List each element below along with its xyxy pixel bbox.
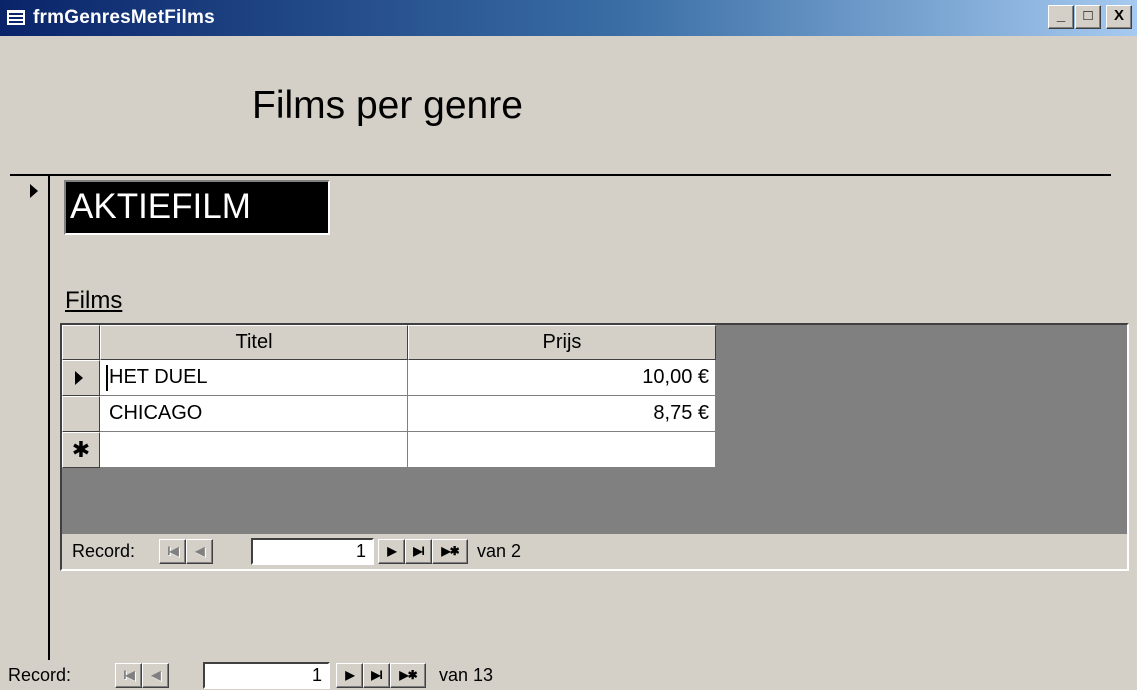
cell-text: HET DUEL [109, 366, 208, 388]
first-record-button[interactable]: I◀ [159, 539, 186, 564]
next-record-button[interactable]: ▶ [336, 663, 363, 688]
new-record-button[interactable]: ▶✱ [390, 663, 426, 688]
next-record-icon: ▶ [345, 668, 354, 682]
current-row-icon [75, 371, 83, 385]
last-record-icon: ▶I [413, 544, 425, 558]
table-cell-prijs[interactable]: 10,00 € [408, 360, 716, 396]
last-record-icon: ▶I [371, 668, 383, 682]
column-header-titel[interactable]: Titel [100, 325, 408, 360]
first-record-icon: I◀ [123, 668, 135, 682]
record-number-input[interactable]: 1 [203, 662, 330, 689]
record-number-input[interactable]: 1 [251, 538, 374, 565]
current-record-icon [30, 184, 38, 198]
films-subform[interactable]: Titel Prijs HET DUEL 10,00 € CHICAGO 8,7… [60, 323, 1129, 571]
next-record-icon: ▶ [387, 544, 396, 558]
table-cell-prijs[interactable]: 8,75 € [408, 396, 716, 432]
subform-record-navigation: Record: I◀ ◀ 1 ▶ ▶I ▶✱ van 2 [62, 534, 1127, 569]
previous-record-icon: ◀ [151, 668, 160, 682]
table-cell-titel[interactable]: CHICAGO [100, 396, 408, 432]
row-selector[interactable] [62, 396, 100, 432]
form-icon [6, 9, 26, 26]
previous-record-button[interactable]: ◀ [142, 663, 169, 688]
genre-field[interactable]: AKTIEFILM [64, 180, 330, 235]
window-title-bar[interactable]: frmGenresMetFilms _ □ X [0, 0, 1137, 36]
previous-record-button[interactable]: ◀ [186, 539, 213, 564]
main-record-navigation: Record: I◀ ◀ 1 ▶ ▶I ▶✱ van 13 [0, 660, 1137, 690]
record-label: Record: [8, 665, 72, 685]
new-record-icon: ▶✱ [399, 668, 417, 682]
row-selector[interactable] [62, 360, 100, 396]
close-icon: X [1113, 7, 1124, 24]
record-count: van 13 [439, 665, 494, 685]
new-record-button[interactable]: ▶✱ [432, 539, 468, 564]
record-label: Record: [72, 541, 136, 561]
maximize-button[interactable]: □ [1075, 5, 1101, 29]
minimize-button[interactable]: _ [1048, 5, 1074, 29]
table-cell-titel[interactable]: HET DUEL [100, 360, 408, 396]
section-divider [10, 174, 1111, 176]
record-count: van 2 [477, 541, 522, 561]
last-record-button[interactable]: ▶I [405, 539, 432, 564]
maximize-icon: □ [1083, 7, 1093, 24]
window-title: frmGenresMetFilms [33, 7, 215, 28]
text-cursor [106, 364, 108, 391]
new-row-cell-prijs[interactable] [408, 432, 716, 468]
form-title: Films per genre [252, 84, 523, 127]
previous-record-icon: ◀ [195, 544, 204, 558]
new-row-selector[interactable]: ✱ [62, 432, 100, 468]
column-header-prijs[interactable]: Prijs [408, 325, 716, 360]
new-record-icon: ✱ [71, 437, 91, 462]
first-record-icon: I◀ [167, 544, 179, 558]
new-row-cell-titel[interactable] [100, 432, 408, 468]
last-record-button[interactable]: ▶I [363, 663, 390, 688]
close-button[interactable]: X [1106, 5, 1132, 29]
grid-corner[interactable] [62, 325, 100, 360]
record-selector-column[interactable] [20, 176, 50, 660]
first-record-button[interactable]: I◀ [115, 663, 142, 688]
next-record-button[interactable]: ▶ [378, 539, 405, 564]
minimize-icon: _ [1056, 7, 1066, 24]
films-subform-label: Films [65, 287, 123, 314]
new-record-icon: ▶✱ [441, 544, 459, 558]
